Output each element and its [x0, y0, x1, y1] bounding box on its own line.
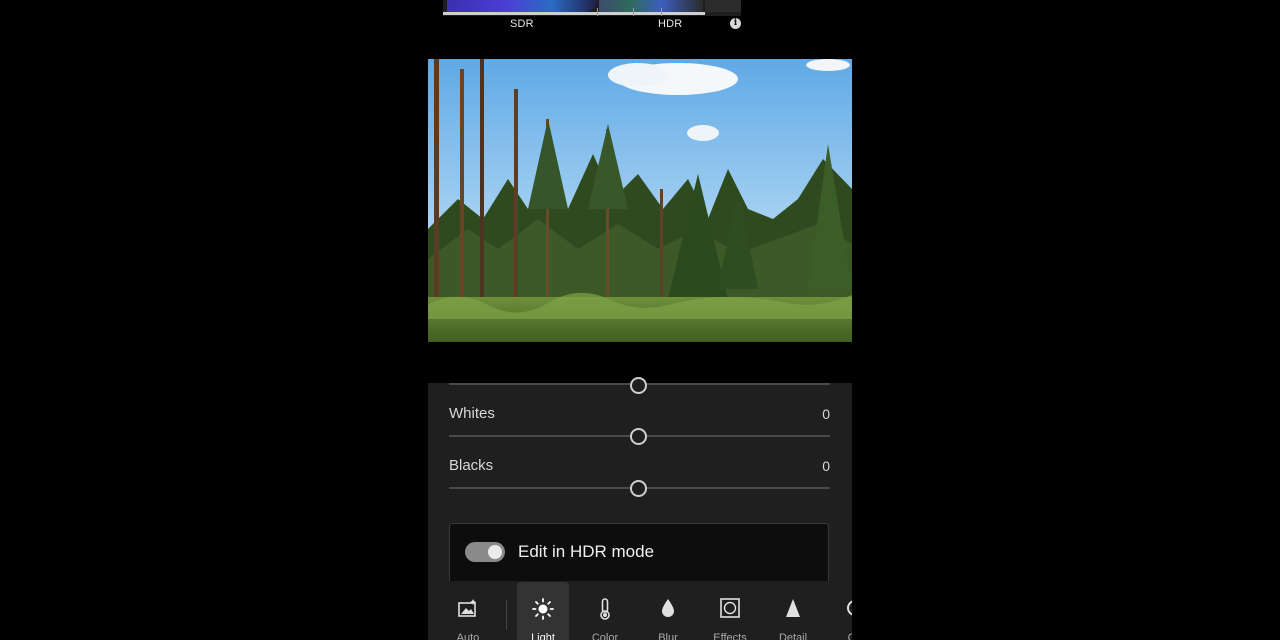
blacks-value[interactable]: 0 [822, 458, 830, 474]
tool-color-label: Color [591, 632, 619, 640]
effects-icon [720, 598, 740, 623]
hdr-mode-label: Edit in HDR mode [518, 542, 655, 561]
tool-auto[interactable]: Auto [442, 582, 494, 640]
tool-light[interactable]: Light [517, 582, 569, 640]
toggle-knob [488, 545, 502, 559]
toolbar-divider [506, 600, 507, 630]
tool-blur[interactable]: Blur [642, 582, 694, 640]
triangle-icon [785, 598, 801, 623]
hdr-mode-toggle[interactable] [465, 542, 505, 562]
forest-image [428, 59, 852, 342]
histogram-tail [705, 0, 741, 12]
whites-slider-thumb[interactable] [630, 428, 647, 445]
tool-effects-label: Effects [713, 632, 747, 640]
tool-blur-label: Blur [658, 632, 678, 640]
photo-preview[interactable] [428, 59, 852, 342]
tool-detail[interactable]: Detail [767, 582, 819, 640]
histogram-sdr-fill [447, 0, 597, 12]
blacks-label: Blacks [449, 457, 494, 474]
histogram-tick [633, 8, 634, 16]
histogram-hdr-fill [599, 0, 703, 12]
sun-icon [532, 598, 554, 625]
hdr-mode-box: Edit in HDR mode [449, 523, 829, 581]
histogram-rail [443, 12, 705, 15]
histogram-sdr-divider [597, 8, 598, 16]
tool-auto-label: Auto [456, 632, 480, 640]
blacks-slider-thumb[interactable] [630, 480, 647, 497]
tool-color[interactable]: Color [579, 582, 631, 640]
tool-optics-label: Op [847, 632, 852, 640]
tool-detail-label: Detail [778, 632, 808, 640]
edit-toolbar: Auto Light Color Blur Effects Detail O [428, 582, 852, 640]
tool-light-label: Light [531, 632, 555, 640]
whites-value[interactable]: 0 [822, 406, 830, 422]
info-icon[interactable]: i [730, 18, 741, 29]
histogram [443, 0, 741, 16]
tool-optics[interactable]: Op [829, 582, 852, 640]
drop-icon [661, 598, 675, 623]
optics-icon [845, 598, 852, 623]
auto-photo-icon [458, 598, 478, 623]
sdr-label: SDR [510, 18, 534, 30]
whites-label: Whites [449, 405, 495, 422]
hdr-label: HDR [658, 18, 683, 30]
histogram-tick [661, 8, 662, 16]
thermometer-icon [598, 598, 612, 625]
slider-thumb-highlights[interactable] [630, 377, 647, 394]
tool-effects[interactable]: Effects [704, 582, 756, 640]
